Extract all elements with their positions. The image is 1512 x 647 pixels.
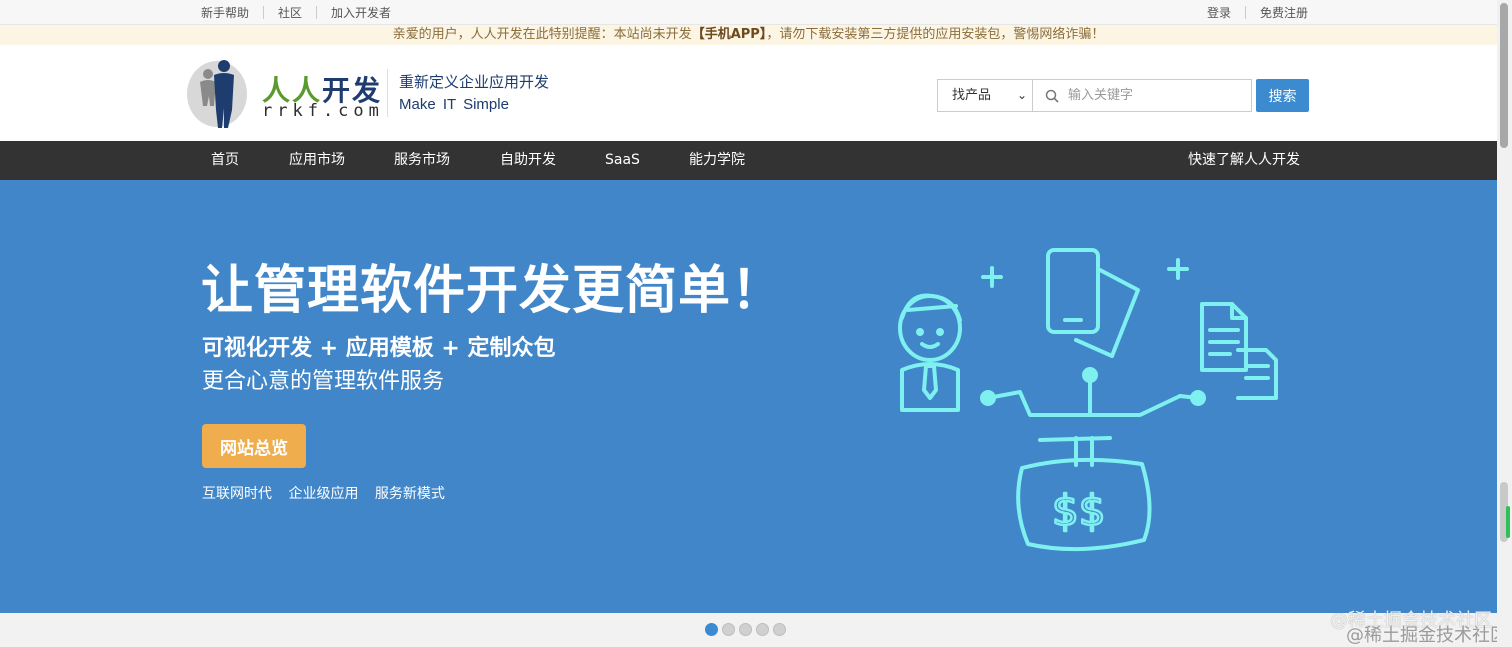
help-link[interactable]: 新手帮助 [201,4,249,21]
hero-tag: 服务新模式 [374,486,445,502]
slogan-cn: 重新定义企业应用开发 [399,73,550,91]
divider [263,6,265,19]
page-scrollbar[interactable] [1497,0,1512,647]
register-link[interactable]: 免费注册 [1260,4,1308,21]
divider [316,6,318,19]
hero-subtitle: 可视化开发 + 应用模板 + 定制众包 [202,336,556,361]
notice-highlight: 【手机APP】 [691,27,767,42]
top-utility-bar: 新手帮助 社区 加入开发者 登录 免费注册 [0,0,1497,25]
carousel-dot[interactable] [773,623,786,636]
notice-bar: 亲爱的用户，人人开发在此特别提醒：本站尚未开发【手机APP】，请勿下载安装第三方… [0,25,1497,45]
carousel-dot[interactable] [739,623,752,636]
slogan-en: Make IT Simple [399,96,509,113]
carousel-dot[interactable] [705,623,718,636]
watermark-shadow: @稀土掘金技术社区 [1346,625,1508,646]
top-left-links: 新手帮助 社区 加入开发者 [201,4,391,21]
site-overview-button[interactable]: 网站总览 [202,424,306,468]
hero-banner[interactable]: 让管理软件开发更简单！ 可视化开发 + 应用模板 + 定制众包 更合心意的管理软… [0,180,1497,613]
main-nav: 首页 应用市场 服务市场 自助开发 SaaS 能力学院 快速了解人人开发 [0,141,1497,180]
search-category-select[interactable]: 找产品 ⌄ [937,79,1033,112]
nav-item-saas[interactable]: SaaS [605,141,640,180]
hero-title: 让管理软件开发更简单！ [201,261,785,321]
hero-tag: 互联网时代 [202,486,272,502]
banner-illustration-icon: $$ [898,248,1278,552]
nav-item-service-market[interactable]: 服务市场 [394,141,450,180]
hero-tag: 企业级应用 [288,486,359,502]
notice-prefix: 亲爱的用户，人人开发在此特别提醒：本站尚未开发 [392,27,692,42]
hero-tags: 互联网时代 企业级应用 服务新模式 [202,483,457,503]
community-link[interactable]: 社区 [278,4,302,21]
nav-item-quick-intro[interactable]: 快速了解人人开发 [1188,141,1300,180]
header-divider [387,69,388,117]
search-input[interactable] [1068,80,1248,111]
carousel-dot[interactable] [722,623,735,636]
carousel-indicators [705,623,790,636]
login-link[interactable]: 登录 [1207,4,1231,21]
mobile-phone-icon [1046,248,1140,358]
scrollbar-indicator [1506,506,1510,538]
search-category-value: 找产品 [952,88,992,103]
scrollbar-thumb[interactable] [1500,3,1508,148]
join-developer-link[interactable]: 加入开发者 [331,4,391,21]
logo-figure-icon[interactable] [186,58,248,130]
notice-suffix: ，请勿下载安装第三方提供的应用安装包，警惕网络诈骗！ [766,27,1105,42]
top-right-links: 登录 免费注册 [1207,4,1308,21]
nav-item-academy[interactable]: 能力学院 [689,141,745,180]
nav-item-home[interactable]: 首页 [211,141,239,180]
divider [1244,6,1246,19]
person-icon [898,293,962,412]
search-button[interactable]: 搜索 [1256,79,1309,112]
nav-item-app-market[interactable]: 应用市场 [289,141,345,180]
search-icon [1045,89,1059,103]
hero-subtitle-secondary: 更合心意的管理软件服务 [202,369,445,394]
search-box [1032,79,1252,112]
svg-text:$$: $$ [1052,486,1105,535]
site-header: 人人开发 rrkf.com 重新定义企业应用开发 Make IT Simple … [0,45,1497,141]
money-box-icon: $$ [1016,457,1152,552]
carousel-dot[interactable] [756,623,769,636]
brand-domain: rrkf.com [262,101,384,121]
nav-item-self-dev[interactable]: 自助开发 [500,141,556,180]
document-icon [1200,302,1278,400]
chevron-down-icon: ⌄ [1016,88,1027,102]
